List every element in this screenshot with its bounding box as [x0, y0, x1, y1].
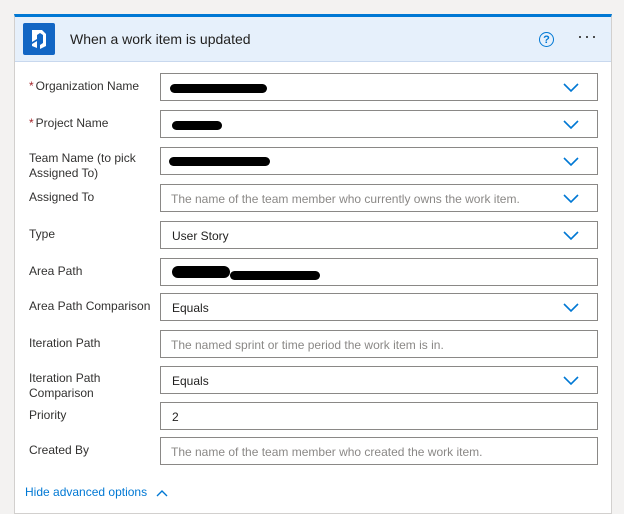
- iteration-path-input[interactable]: The named sprint or time period the work…: [160, 330, 598, 358]
- trigger-card: When a work item is updated ? ··· * Organ…: [14, 14, 612, 514]
- priority-input[interactable]: 2: [160, 402, 598, 430]
- organization-name-dropdown[interactable]: [160, 73, 598, 101]
- team-name-dropdown[interactable]: [160, 147, 598, 175]
- hide-advanced-options-link[interactable]: Hide advanced options: [25, 485, 168, 499]
- chevron-down-icon[interactable]: [563, 120, 579, 130]
- chevron-down-icon[interactable]: [563, 231, 579, 241]
- chevron-down-icon[interactable]: [563, 194, 579, 204]
- iteration-path-placeholder: The named sprint or time period the work…: [171, 338, 444, 352]
- created-by-input[interactable]: The name of the team member who created …: [160, 437, 598, 465]
- type-label: Type: [29, 227, 56, 241]
- more-options-icon[interactable]: ···: [577, 27, 598, 45]
- azure-devops-icon: [23, 23, 55, 55]
- redacted-text: [230, 271, 320, 280]
- project-name-label: * Project Name: [29, 116, 109, 130]
- assigned-to-placeholder: The name of the team member who currentl…: [171, 192, 520, 206]
- redacted-text: [169, 157, 270, 166]
- team-name-label: Team Name (to pick Assigned To): [29, 151, 136, 180]
- chevron-down-icon[interactable]: [563, 303, 579, 313]
- iteration-path-comparison-label: Iteration Path Comparison: [29, 371, 101, 400]
- priority-value: 2: [172, 410, 179, 424]
- redacted-text: [172, 121, 222, 130]
- chevron-down-icon[interactable]: [563, 157, 579, 167]
- advanced-options-label: Hide advanced options: [25, 485, 148, 499]
- redacted-text: [170, 84, 267, 93]
- area-path-label: Area Path: [29, 264, 83, 278]
- card-header[interactable]: When a work item is updated ? ···: [15, 17, 611, 62]
- area-path-comparison-dropdown[interactable]: Equals: [160, 293, 598, 321]
- project-name-dropdown[interactable]: [160, 110, 598, 138]
- priority-label: Priority: [29, 408, 67, 422]
- created-by-placeholder: The name of the team member who created …: [171, 445, 483, 459]
- redacted-text: [172, 266, 230, 278]
- iteration-path-label: Iteration Path: [29, 336, 101, 350]
- type-value: User Story: [172, 229, 229, 243]
- area-path-input[interactable]: [160, 258, 598, 286]
- assigned-to-dropdown[interactable]: The name of the team member who currentl…: [160, 184, 598, 212]
- help-icon[interactable]: ?: [539, 32, 554, 47]
- created-by-label: Created By: [29, 443, 90, 457]
- chevron-up-icon: [156, 489, 168, 497]
- area-path-comparison-value: Equals: [172, 301, 209, 315]
- type-dropdown[interactable]: User Story: [160, 221, 598, 249]
- area-path-comparison-label: Area Path Comparison: [29, 299, 151, 313]
- chevron-down-icon[interactable]: [563, 376, 579, 386]
- iteration-path-comparison-dropdown[interactable]: Equals: [160, 366, 598, 394]
- organization-name-label: * Organization Name: [29, 79, 140, 93]
- required-marker: *: [29, 79, 34, 93]
- iteration-path-comparison-value: Equals: [172, 374, 209, 388]
- assigned-to-label: Assigned To: [29, 190, 95, 204]
- trigger-title: When a work item is updated: [70, 31, 251, 47]
- required-marker: *: [29, 116, 34, 130]
- chevron-down-icon[interactable]: [563, 83, 579, 93]
